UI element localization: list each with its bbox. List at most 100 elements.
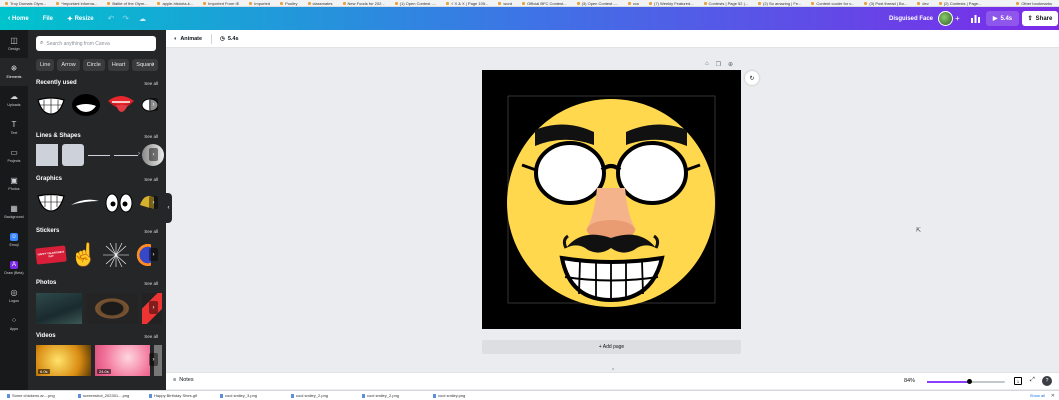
lips-tongue-thumbnail[interactable] [106,91,136,119]
add-page-icon[interactable]: ⊕ [728,61,733,68]
chevron-right-icon[interactable]: › [149,98,158,111]
chip-arrow[interactable]: Arrow [57,59,80,71]
eyes-graphic[interactable] [104,191,134,215]
rail-item-photos[interactable]: ▣ Photos [0,170,28,198]
zoom-slider-knob[interactable] [967,379,973,384]
duration-button[interactable]: ◷ 5.4s [220,36,239,42]
chip-circle[interactable]: Circle [82,59,105,71]
rail-item-background[interactable]: ▦ Background [0,198,28,226]
download-item[interactable]: screenshot_202301....png [78,393,142,398]
notes-button[interactable]: ≡ Notes [173,377,194,383]
add-page-button[interactable]: + Add page [482,340,741,354]
fullscreen-icon[interactable]: ⤢ [1030,377,1035,384]
arrow-line-shape[interactable]: › [114,151,140,157]
chevron-right-icon[interactable]: › [149,301,158,314]
zoom-level[interactable]: 84% [904,378,915,384]
rail-item-emoji[interactable]: ☺ Emoji [0,226,28,254]
redo-icon[interactable]: ↷ [122,14,129,23]
search-box[interactable]: ⌕ [36,36,156,51]
page-count-button[interactable]: 1 [1014,377,1022,385]
duplicate-page-icon[interactable]: ❐ [716,61,721,68]
starburst-sticker[interactable] [101,242,131,268]
disguised-face-artwork[interactable] [482,70,741,329]
chip-heart[interactable]: Heart [107,59,130,71]
rail-item-design[interactable]: ◫ Design [0,30,28,58]
collapse-panel-handle[interactable]: ‹ [165,193,172,223]
chevron-right-icon[interactable]: › [152,61,154,68]
see-all-link[interactable]: See all [144,134,158,139]
bookmark-item[interactable]: (7) Weekly Featured... [649,1,694,6]
download-item[interactable]: cool smiley_3.png [220,393,284,398]
download-item[interactable]: cool smiley.png [433,393,497,398]
chip-line[interactable]: Line [36,59,55,71]
download-item[interactable]: Some chickens ar....png [7,393,71,398]
bookmark-item[interactable]: classmates [308,1,333,6]
downloads-show-all[interactable]: Show all [1030,393,1045,398]
see-all-link[interactable]: See all [144,334,158,339]
bookmark-item[interactable]: Contests | Page 52 |... [704,1,748,6]
close-icon[interactable]: ✕ [1051,393,1055,399]
bookmark-item[interactable]: Content cooler for v... [811,1,854,6]
see-all-link[interactable]: See all [144,177,158,182]
bookmark-item[interactable]: √ X & X | Page 105... [446,1,488,6]
bookmark-item[interactable]: (2) So amazing | Fe... [758,1,801,6]
add-collaborator-icon[interactable]: + [955,14,960,23]
valentine-sticker[interactable]: HAPPY VALENTINE'S DAY [35,245,67,265]
line-shape[interactable] [88,154,110,156]
see-all-link[interactable]: See all [144,281,158,286]
rail-item-uploads[interactable]: ☁ Uploads [0,86,28,114]
bookmark-item[interactable]: Troy Dumais Olym... [5,1,46,6]
file-menu[interactable]: File [43,16,53,22]
bookmark-item[interactable]: apple-historia-k... [157,1,193,6]
design-page[interactable] [482,70,741,329]
download-item[interactable]: cool smiley_2.png [291,393,355,398]
insights-icon[interactable] [970,14,981,23]
bookmark-item[interactable]: Official BFC Contest... [522,1,567,6]
play-button[interactable]: ▶ 5.4s [986,11,1019,26]
lock-icon[interactable]: ⌂ [705,61,709,68]
video-thumbnail[interactable]: 6.0s [36,344,91,376]
undo-icon[interactable]: ↶ [108,14,115,23]
bookmark-item[interactable]: (1) Open Contest -... [395,1,436,6]
brush-stroke-graphic[interactable] [70,191,100,215]
bookmark-item[interactable]: (2) Contests | Page... [939,1,982,6]
rail-item-text[interactable]: T Text [0,114,28,142]
bookmark-item[interactable]: ccs [628,1,639,6]
chevron-right-icon[interactable]: › [149,248,158,261]
refresh-icon[interactable]: ↻ [745,71,759,85]
search-input[interactable] [46,40,147,47]
document-title[interactable]: Disguised Face [889,16,933,22]
resize-button[interactable]: ✦ Resize [67,15,94,23]
bookmark-item[interactable]: (3) Open Contest -... [577,1,618,6]
mustache-mouth-thumbnail[interactable] [70,92,102,118]
avatar[interactable] [938,11,953,26]
help-icon[interactable]: ? [1042,376,1052,386]
photo-thumbnail[interactable] [86,292,138,324]
rail-item-projects[interactable]: ▭ Projects [0,142,28,170]
bookmark-item[interactable]: Poultry [280,1,297,6]
rail-item-elements[interactable]: ⁜ Elements [0,58,28,86]
bookmark-item[interactable]: Battle of the Olym... [107,1,147,6]
see-all-link[interactable]: See all [144,229,158,234]
video-thumbnail[interactable]: 24.0s [95,344,150,376]
bookmark-item[interactable]: dev [917,1,928,6]
zoom-slider[interactable] [927,379,1005,384]
download-item[interactable]: cool smiley_2.png [362,393,426,398]
pointing-hand-sticker[interactable]: ☝ [70,244,97,266]
photo-thumbnail[interactable] [36,292,82,324]
bookmark-item[interactable]: Imported From IE [203,1,239,6]
rail-item-apps[interactable]: ⁘ Apps [0,310,28,338]
bookmark-item[interactable]: Imported [249,1,270,6]
cloud-saved-icon[interactable]: ☁ [139,15,146,23]
bookmark-item[interactable]: *important informa... [56,1,97,6]
rail-item-logos[interactable]: ◎ Logos [0,282,28,310]
bookmark-item[interactable]: (3) Post thread | Bo... [864,1,907,6]
download-item[interactable]: Happy Birthday Shes.gif [149,393,213,398]
rail-item-draw-beta[interactable]: A Draw (Beta) [0,254,28,282]
square-shape[interactable] [36,144,58,166]
rounded-square-shape[interactable] [62,144,84,166]
chevron-right-icon[interactable]: › [149,196,158,209]
smile-teeth-graphic[interactable] [36,191,66,215]
grin-mouth-thumbnail[interactable] [36,92,66,118]
home-button[interactable]: ‹ Home [8,15,29,22]
